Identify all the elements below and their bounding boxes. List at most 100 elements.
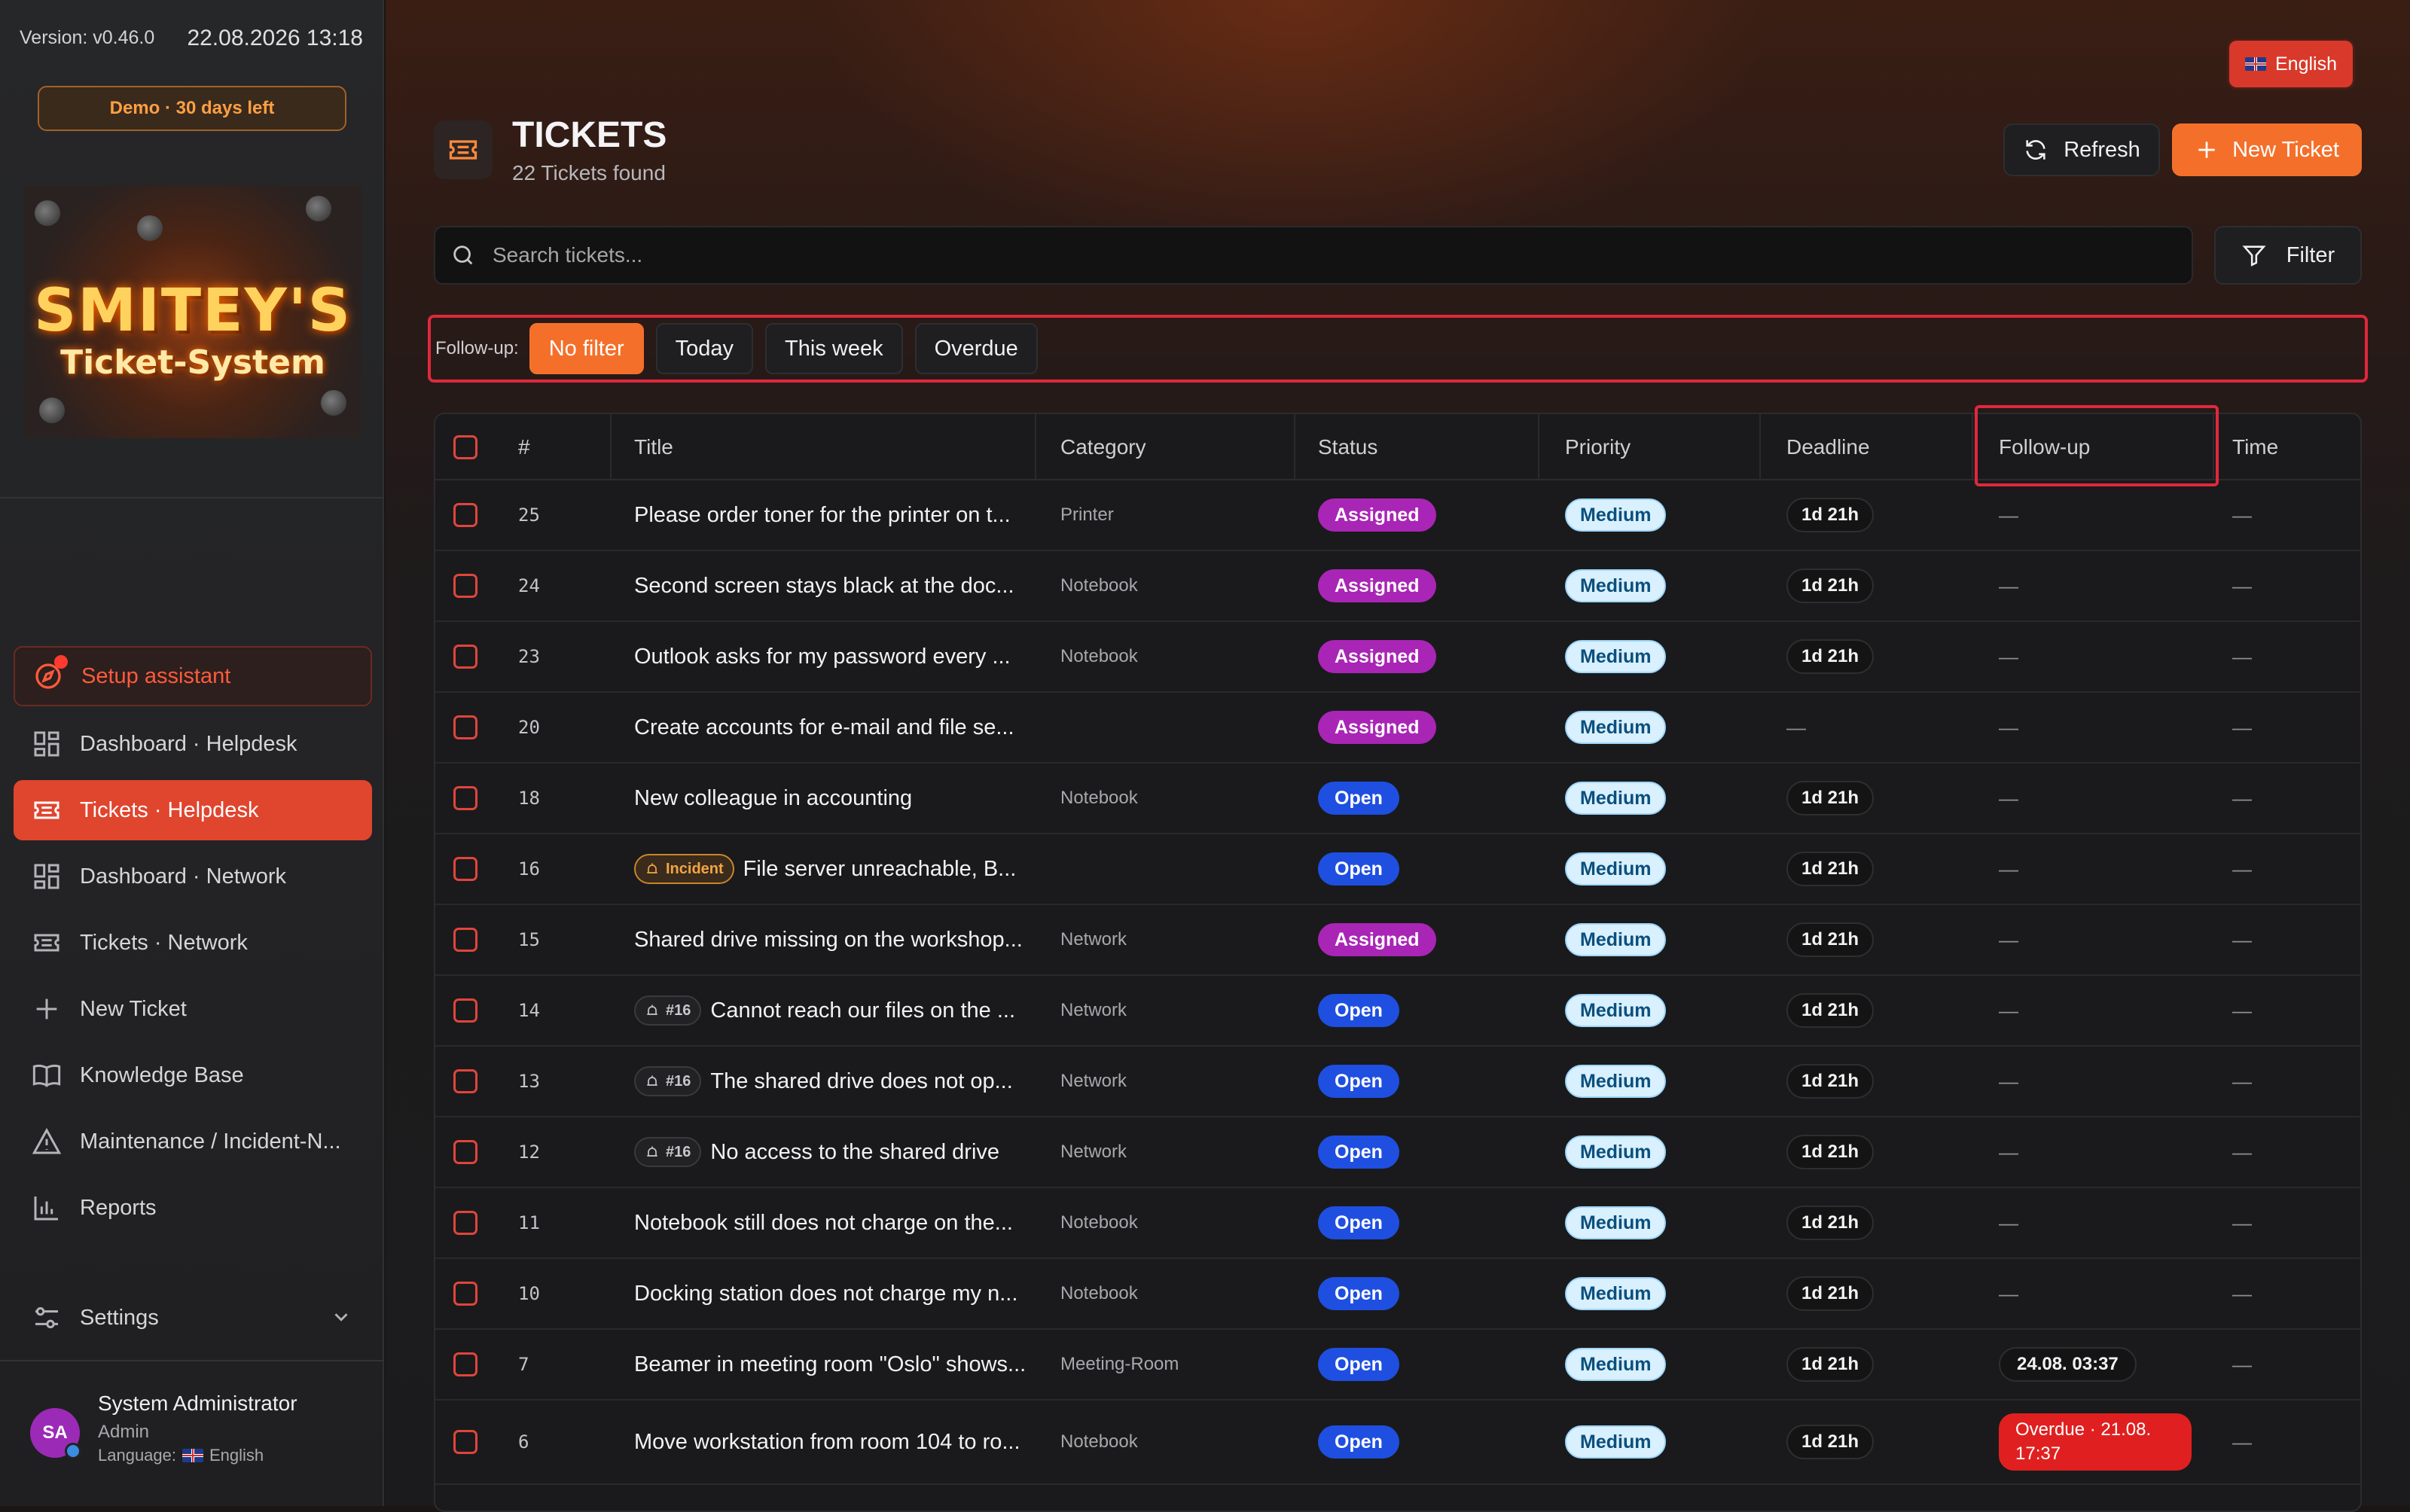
table-row[interactable]: 15 Shared drive missing on the workshop..… bbox=[435, 905, 2360, 976]
row-checkbox[interactable] bbox=[453, 1401, 477, 1483]
ticket-title-cell[interactable]: Incident File server unreachable, B... bbox=[634, 834, 1026, 904]
sidebar-item-label: Dashboard · Network bbox=[80, 864, 286, 889]
ticket-title-cell[interactable]: Move workstation from room 104 to ro... bbox=[634, 1401, 1026, 1483]
ticket-title-cell[interactable]: New colleague in accounting bbox=[634, 764, 1026, 833]
demo-badge[interactable]: Demo · 30 days left bbox=[38, 86, 346, 131]
ticket-title-cell[interactable]: Outlook asks for my password every ... bbox=[634, 622, 1026, 691]
chevron-down-icon[interactable] bbox=[330, 1306, 352, 1328]
priority-badge: Medium bbox=[1565, 994, 1667, 1027]
ticket-title-cell[interactable]: Beamer in meeting room "Oslo" shows... bbox=[634, 1330, 1026, 1399]
ticket-title-cell[interactable]: Create accounts for e-mail and file se..… bbox=[634, 693, 1026, 762]
refresh-button[interactable]: Refresh bbox=[2003, 123, 2160, 176]
table-row[interactable]: 18 New colleague in accounting Notebook Ope… bbox=[435, 764, 2360, 834]
book-icon bbox=[32, 1060, 62, 1090]
ticket-title: Docking station does not charge my n... bbox=[634, 1281, 1018, 1306]
sidebar-item-label: Reports bbox=[80, 1195, 157, 1220]
priority-badge: Medium bbox=[1565, 1348, 1667, 1381]
select-all-checkbox[interactable] bbox=[453, 414, 477, 480]
new-ticket-button[interactable]: New Ticket bbox=[2172, 123, 2362, 176]
column-status[interactable]: Status bbox=[1318, 414, 1377, 480]
avatar[interactable]: SA bbox=[30, 1408, 81, 1459]
status-badge: Assigned bbox=[1318, 498, 1436, 532]
time-value: — bbox=[2232, 1352, 2252, 1376]
table-row[interactable]: 11 Notebook still does not charge on the.… bbox=[435, 1188, 2360, 1259]
table-row[interactable]: 14 #16 Cannot reach our files on the ... Ne… bbox=[435, 976, 2360, 1047]
column-time[interactable]: Time bbox=[2232, 414, 2278, 480]
language-button-label: English bbox=[2275, 53, 2337, 75]
sidebar-item-dashboard-network[interactable]: Dashboard · Network bbox=[14, 846, 372, 907]
row-checkbox[interactable] bbox=[453, 551, 477, 620]
sidebar-item-maintenance[interactable]: Maintenance / Incident-N... bbox=[14, 1111, 372, 1172]
deadline-badge: 1d 21h bbox=[1786, 1347, 1875, 1382]
table-row[interactable]: 16 Incident File server unreachable, B... O… bbox=[435, 834, 2360, 905]
sidebar-item-setup-assistant[interactable]: Setup assistant bbox=[14, 646, 372, 706]
column-deadline[interactable]: Deadline bbox=[1786, 414, 1870, 480]
table-row[interactable]: 23 Outlook asks for my password every ...… bbox=[435, 622, 2360, 693]
sidebar-item-tickets-helpdesk[interactable]: Tickets · Helpdesk bbox=[14, 780, 372, 840]
ticket-title-cell[interactable]: Please order toner for the printer on t.… bbox=[634, 480, 1026, 550]
ticket-title-cell[interactable]: Second screen stays black at the doc... bbox=[634, 551, 1026, 620]
followup-overdue-badge[interactable]: Overdue · 21.08. 17:37 bbox=[1999, 1413, 2192, 1471]
time-value: — bbox=[2232, 786, 2252, 809]
column-category[interactable]: Category bbox=[1060, 414, 1146, 480]
ticket-title-cell[interactable]: #16 Cannot reach our files on the ... bbox=[634, 976, 1026, 1045]
row-checkbox[interactable] bbox=[453, 905, 477, 974]
parent-ticket-ref[interactable]: #16 bbox=[634, 1137, 702, 1167]
sidebar-item-knowledge-base[interactable]: Knowledge Base bbox=[14, 1045, 372, 1105]
sidebar-item-label: Settings bbox=[80, 1305, 159, 1330]
priority-badge: Medium bbox=[1565, 923, 1667, 956]
ticket-title: Move workstation from room 104 to ro... bbox=[634, 1429, 1020, 1454]
row-checkbox[interactable] bbox=[453, 976, 477, 1045]
alarm-icon bbox=[647, 1075, 657, 1086]
sidebar-item-dashboard-helpdesk[interactable]: Dashboard · Helpdesk bbox=[14, 714, 372, 774]
table-row[interactable]: 20 Create accounts for e-mail and file se… bbox=[435, 693, 2360, 764]
row-checkbox[interactable] bbox=[453, 622, 477, 691]
followup-filter-today[interactable]: Today bbox=[655, 323, 754, 374]
table-row[interactable]: 7 Beamer in meeting room "Oslo" shows... M… bbox=[435, 1330, 2360, 1401]
column-title[interactable]: Title bbox=[634, 414, 673, 480]
ticket-title-cell[interactable]: Notebook still does not charge on the... bbox=[634, 1188, 1026, 1257]
row-checkbox[interactable] bbox=[453, 1330, 477, 1399]
table-row[interactable]: 10 Docking station does not charge my n..… bbox=[435, 1259, 2360, 1330]
followup-filter-overdue[interactable]: Overdue bbox=[914, 323, 1038, 374]
row-checkbox[interactable] bbox=[453, 1117, 477, 1187]
column-priority[interactable]: Priority bbox=[1565, 414, 1631, 480]
funnel-icon bbox=[2241, 242, 2267, 268]
followup-filter-no-filter[interactable]: No filter bbox=[529, 323, 644, 374]
row-checkbox[interactable] bbox=[453, 480, 477, 550]
sidebar-item-reports[interactable]: Reports bbox=[14, 1178, 372, 1238]
table-row[interactable]: 12 #16 No access to the shared drive Networ… bbox=[435, 1117, 2360, 1188]
time-value: — bbox=[2232, 1211, 2252, 1234]
column-id[interactable]: # bbox=[518, 414, 530, 480]
status-badge: Open bbox=[1318, 1065, 1399, 1098]
row-checkbox[interactable] bbox=[453, 834, 477, 904]
ticket-title-cell[interactable]: #16 The shared drive does not op... bbox=[634, 1047, 1026, 1116]
table-row[interactable]: 13 #16 The shared drive does not op... Netw… bbox=[435, 1047, 2360, 1117]
table-row[interactable]: 25 Please order toner for the printer on … bbox=[435, 480, 2360, 551]
search-bar[interactable] bbox=[434, 226, 2193, 285]
followup-date-badge[interactable]: 24.08. 03:37 bbox=[1999, 1347, 2137, 1382]
ticket-title-cell[interactable]: Shared drive missing on the workshop... bbox=[634, 905, 1026, 974]
ticket-title-cell[interactable]: Docking station does not charge my n... bbox=[634, 1259, 1026, 1328]
row-checkbox[interactable] bbox=[453, 1047, 477, 1116]
row-checkbox[interactable] bbox=[453, 693, 477, 762]
time-value: — bbox=[2232, 715, 2252, 739]
filter-button[interactable]: Filter bbox=[2214, 226, 2362, 285]
sidebar: Version: v0.46.0 22.08.2026 13:18 Demo ·… bbox=[0, 0, 384, 1506]
table-row[interactable]: 6 Move workstation from room 104 to ro...… bbox=[435, 1401, 2360, 1485]
search-input[interactable] bbox=[491, 242, 2148, 268]
sidebar-item-settings[interactable]: Settings bbox=[14, 1288, 372, 1348]
ticket-id: 23 bbox=[518, 646, 540, 667]
sidebar-item-new-ticket[interactable]: New Ticket bbox=[14, 979, 372, 1039]
ticket-title: Create accounts for e-mail and file se..… bbox=[634, 715, 1014, 739]
parent-ticket-ref[interactable]: #16 bbox=[634, 1066, 702, 1096]
row-checkbox[interactable] bbox=[453, 764, 477, 833]
row-checkbox[interactable] bbox=[453, 1188, 477, 1257]
language-button[interactable]: English bbox=[2229, 41, 2353, 87]
row-checkbox[interactable] bbox=[453, 1259, 477, 1328]
followup-filter-this-week[interactable]: This week bbox=[765, 323, 903, 374]
ticket-title-cell[interactable]: #16 No access to the shared drive bbox=[634, 1117, 1026, 1187]
sidebar-item-tickets-network[interactable]: Tickets · Network bbox=[14, 913, 372, 973]
parent-ticket-ref[interactable]: #16 bbox=[634, 995, 702, 1026]
table-row[interactable]: 24 Second screen stays black at the doc..… bbox=[435, 551, 2360, 622]
